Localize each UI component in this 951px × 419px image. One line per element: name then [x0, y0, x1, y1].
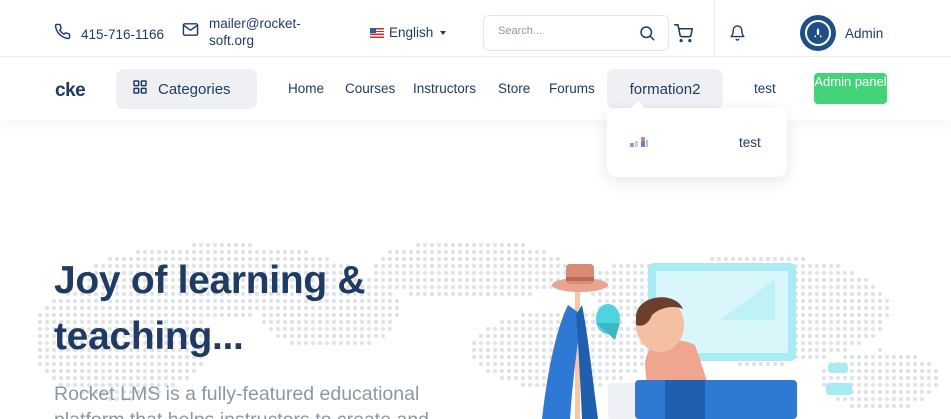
nav-link-home[interactable]: Home [288, 81, 324, 96]
dropdown-menu: test [607, 101, 787, 177]
hero-illustration [542, 263, 852, 419]
user-avatar[interactable] [800, 15, 836, 51]
hero-title: Joy of learning & teaching... [54, 259, 366, 358]
search-input[interactable] [498, 25, 638, 37]
user-name[interactable]: Admin [845, 26, 883, 41]
site-logo[interactable]: cke [55, 80, 86, 102]
divider [714, 0, 715, 57]
phone-number: 415-716-1166 [81, 26, 165, 42]
nav-link-courses[interactable]: Courses [345, 81, 395, 96]
menu-item-thumbnail [630, 136, 652, 155]
nav-link-store[interactable]: Store [498, 81, 530, 96]
grid-icon [132, 79, 148, 100]
hero-subtitle: Rocket LMS is a fully-featured education… [54, 383, 429, 419]
language-label: English [389, 25, 434, 40]
nav-link-forums[interactable]: Forums [549, 81, 595, 96]
avatar-emblem-icon [805, 20, 831, 46]
search-box [483, 15, 669, 51]
language-selector[interactable]: English [370, 25, 447, 40]
us-flag-icon [370, 27, 384, 38]
email-address: mailer@rocket-soft.org [209, 16, 301, 48]
caret-down-icon [440, 30, 447, 35]
mail-icon [182, 21, 199, 43]
email-contact: mailer@rocket-soft.org [182, 15, 319, 49]
dropdown-item-test[interactable]: test [739, 135, 761, 150]
categories-label: Categories [158, 80, 231, 98]
search-icon[interactable] [638, 24, 656, 47]
admin-panel-button[interactable]: Admin panel [814, 73, 887, 104]
phone-icon [54, 23, 71, 45]
nav-link-test[interactable]: test [754, 81, 776, 96]
nav-item-formation2[interactable]: formation2 [607, 69, 723, 109]
nav-link-instructors[interactable]: Instructors [413, 81, 476, 96]
phone-contact: 415-716-1166 [54, 23, 164, 45]
bell-icon[interactable] [729, 24, 746, 47]
categories-button[interactable]: Categories [116, 69, 257, 109]
cart-icon[interactable] [674, 24, 693, 48]
